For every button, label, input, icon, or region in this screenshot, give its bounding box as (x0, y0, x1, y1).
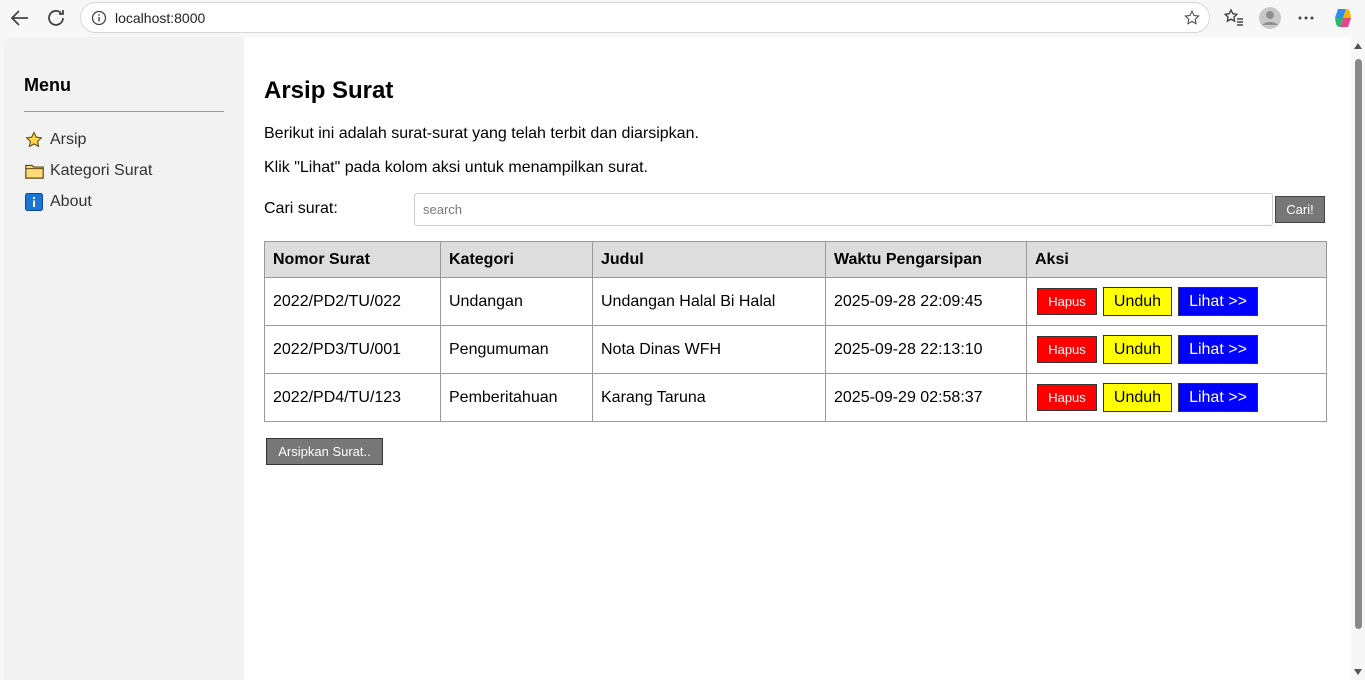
cell-aksi: Hapus Unduh Lihat >> (1026, 373, 1327, 422)
back-arrow-icon[interactable] (8, 6, 32, 30)
scroll-up-arrow-icon[interactable] (1354, 43, 1362, 49)
info-icon (24, 192, 44, 212)
cell-kategori: Undangan (440, 277, 593, 326)
cell-aksi: Hapus Unduh Lihat >> (1026, 325, 1327, 374)
table-header-row: Nomor Surat Kategori Judul Waktu Pengars… (264, 241, 1327, 278)
menu-title: Menu (24, 75, 71, 95)
star-icon (24, 130, 44, 150)
page-description: Berikut ini adalah surat-surat yang tela… (264, 125, 699, 142)
cell-judul: Undangan Halal Bi Halal (592, 277, 826, 326)
main-content: Arsip Surat Berikut ini adalah surat-sur… (264, 37, 1349, 680)
profile-avatar-icon[interactable] (1258, 6, 1282, 30)
hapus-button[interactable]: Hapus (1037, 336, 1097, 363)
lihat-button[interactable]: Lihat >> (1178, 335, 1258, 364)
sidebar-item-about[interactable]: About (24, 190, 92, 214)
archive-letter-button[interactable]: Arsipkan Surat.. (266, 438, 383, 465)
url-text[interactable]: localhost:8000 (115, 10, 205, 26)
cell-nomor: 2022/PD2/TU/022 (264, 277, 441, 326)
address-bar[interactable]: localhost:8000 (80, 2, 1210, 33)
search-label: Cari surat: (264, 200, 338, 217)
page-title: Arsip Surat (264, 77, 394, 104)
column-header-kategori: Kategori (440, 241, 593, 278)
reload-icon[interactable] (44, 6, 68, 30)
table-row: 2022/PD4/TU/123 Pemberitahuan Karang Tar… (264, 373, 1327, 422)
cell-nomor: 2022/PD3/TU/001 (264, 325, 441, 374)
lihat-button[interactable]: Lihat >> (1178, 383, 1258, 412)
column-header-nomor: Nomor Surat (264, 241, 441, 278)
archive-table: Nomor Surat Kategori Judul Waktu Pengars… (264, 241, 1327, 422)
unduh-button[interactable]: Unduh (1103, 287, 1172, 316)
folder-icon (24, 161, 44, 181)
hapus-button[interactable]: Hapus (1037, 384, 1097, 411)
cell-waktu: 2025-09-28 22:09:45 (825, 277, 1027, 326)
cell-judul: Nota Dinas WFH (592, 325, 826, 374)
copilot-icon[interactable] (1331, 6, 1355, 30)
page-instruction: Klik "Lihat" pada kolom aksi untuk menam… (264, 159, 648, 176)
scroll-down-arrow-icon[interactable] (1354, 669, 1362, 675)
hapus-button[interactable]: Hapus (1037, 288, 1097, 315)
sidebar-item-kategori[interactable]: Kategori Surat (24, 159, 152, 183)
cell-aksi: Hapus Unduh Lihat >> (1026, 277, 1327, 326)
favorites-icon[interactable] (1222, 6, 1246, 30)
web-page: Menu Arsip Kategori Surat About Arsip Su… (4, 37, 1365, 680)
cell-judul: Karang Taruna (592, 373, 826, 422)
table-row: 2022/PD3/TU/001 Pengumuman Nota Dinas WF… (264, 325, 1327, 374)
lihat-button[interactable]: Lihat >> (1178, 287, 1258, 316)
sidebar-item-arsip[interactable]: Arsip (24, 128, 86, 152)
more-options-icon[interactable] (1294, 6, 1318, 30)
sidebar-item-label: Arsip (50, 131, 87, 148)
vertical-scrollbar[interactable] (1351, 37, 1365, 680)
search-input[interactable] (414, 193, 1273, 226)
scrollbar-thumb[interactable] (1355, 59, 1362, 629)
cell-nomor: 2022/PD4/TU/123 (264, 373, 441, 422)
column-header-waktu: Waktu Pengarsipan (825, 241, 1027, 278)
menu-divider (24, 111, 224, 112)
sidebar: Menu Arsip Kategori Surat About (4, 37, 244, 680)
cell-waktu: 2025-09-28 22:13:10 (825, 325, 1027, 374)
browser-toolbar: localhost:8000 (0, 0, 1365, 36)
search-button[interactable]: Cari! (1275, 196, 1325, 223)
cell-kategori: Pemberitahuan (440, 373, 593, 422)
unduh-button[interactable]: Unduh (1103, 383, 1172, 412)
column-header-aksi: Aksi (1026, 241, 1327, 278)
cell-kategori: Pengumuman (440, 325, 593, 374)
column-header-judul: Judul (592, 241, 826, 278)
bookmark-star-icon[interactable] (1183, 9, 1201, 27)
cell-waktu: 2025-09-29 02:58:37 (825, 373, 1027, 422)
sidebar-item-label: Kategori Surat (50, 162, 153, 179)
table-row: 2022/PD2/TU/022 Undangan Undangan Halal … (264, 277, 1327, 326)
sidebar-item-label: About (50, 193, 92, 210)
unduh-button[interactable]: Unduh (1103, 335, 1172, 364)
site-info-icon[interactable] (91, 10, 107, 26)
